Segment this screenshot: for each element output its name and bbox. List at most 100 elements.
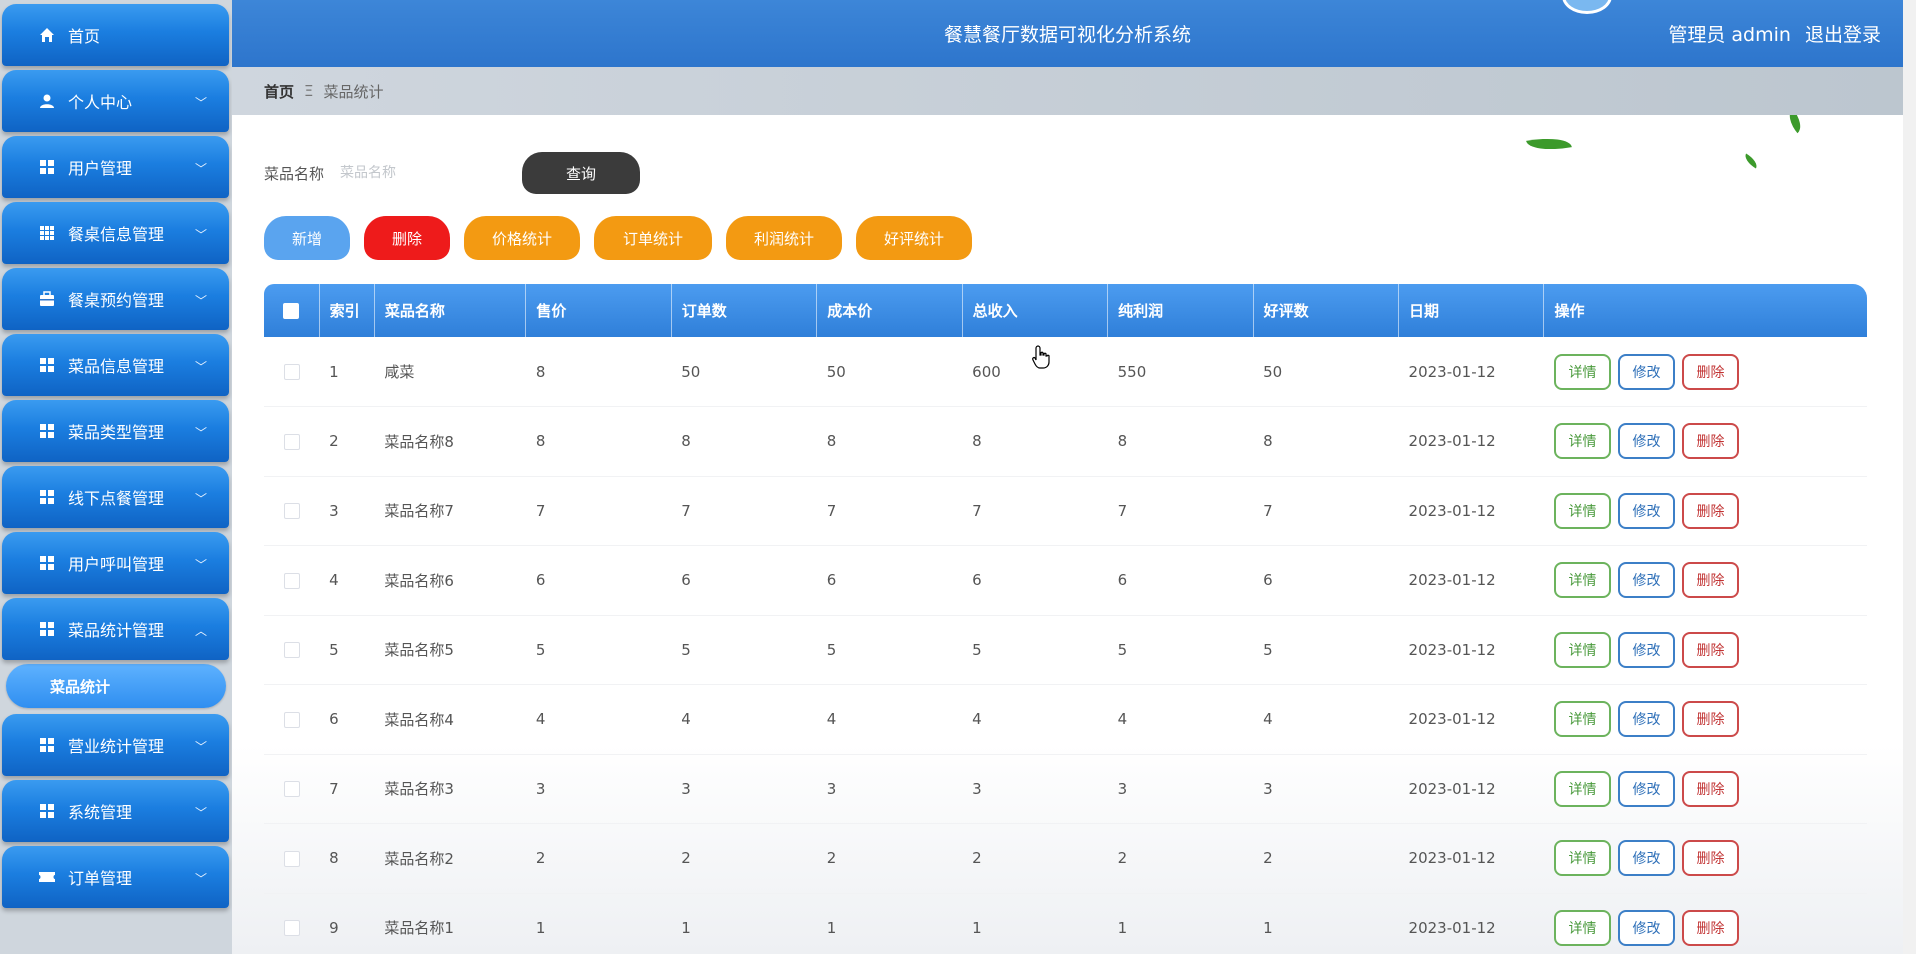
- detail-button[interactable]: 详情: [1553, 562, 1611, 599]
- briefcase-icon: [38, 290, 56, 308]
- chevron-down-icon: ﹀: [194, 426, 207, 440]
- row-checkbox[interactable]: [283, 572, 300, 589]
- table-cell: 8: [816, 406, 963, 477]
- sidebar-item-1[interactable]: 个人中心 ﹀: [2, 70, 229, 132]
- sidebar-item-12[interactable]: 订单管理 ﹀: [2, 846, 229, 908]
- row-select-cell: [264, 337, 320, 407]
- table-cell: 8: [319, 823, 375, 894]
- row-checkbox[interactable]: [283, 711, 300, 728]
- leaf-decoration: [1742, 153, 1760, 169]
- query-button[interactable]: 查询: [522, 152, 641, 194]
- table-cell: 菜品名称6: [374, 545, 526, 616]
- edit-button[interactable]: 修改: [1617, 631, 1675, 668]
- batch-delete-button[interactable]: 删除: [364, 216, 450, 260]
- leaf-decoration: [1783, 115, 1807, 134]
- row-delete-button[interactable]: 删除: [1681, 840, 1739, 877]
- sidebar-item-label: 个人中心: [68, 93, 133, 112]
- table-cell: 2023-01-12: [1398, 406, 1544, 477]
- breadcrumb: 首页 Ξ 菜品统计: [232, 67, 1903, 115]
- table-cell: 5: [1107, 615, 1254, 685]
- detail-button[interactable]: 详情: [1553, 423, 1611, 460]
- breadcrumb-separator: Ξ: [304, 82, 314, 100]
- table-cell: 5: [816, 615, 963, 685]
- sidebar-item-4[interactable]: 餐桌预约管理 ﹀: [2, 268, 229, 330]
- grid-icon: [38, 422, 56, 440]
- sidebar-item-7[interactable]: 线下点餐管理 ﹀: [2, 466, 229, 528]
- row-delete-button[interactable]: 删除: [1681, 562, 1739, 599]
- detail-button[interactable]: 详情: [1553, 492, 1611, 529]
- row-checkbox[interactable]: [283, 920, 300, 937]
- edit-button[interactable]: 修改: [1617, 770, 1675, 807]
- detail-button[interactable]: 详情: [1553, 631, 1611, 668]
- sidebar-item-6[interactable]: 菜品类型管理 ﹀: [2, 400, 229, 462]
- scrollbar[interactable]: [1903, 0, 1916, 954]
- rating-stats-button[interactable]: 好评统计: [856, 216, 972, 260]
- sidebar-item-3[interactable]: 餐桌信息管理 ﹀: [2, 202, 229, 264]
- sidebar-item-label: 用户呼叫管理: [68, 555, 165, 574]
- row-delete-button[interactable]: 删除: [1681, 631, 1739, 668]
- edit-button[interactable]: 修改: [1617, 562, 1675, 599]
- sidebar-item-0[interactable]: 首页: [2, 4, 229, 66]
- sidebar-item-9[interactable]: 菜品统计管理 ︿: [2, 598, 229, 660]
- sidebar-item-2[interactable]: 用户管理 ﹀: [2, 136, 229, 198]
- grid9-icon: [38, 224, 56, 242]
- sidebar-item-11[interactable]: 系统管理 ﹀: [2, 780, 229, 842]
- table-cell: 2: [816, 823, 963, 894]
- chevron-down-icon: ﹀: [194, 806, 207, 820]
- edit-button[interactable]: 修改: [1617, 909, 1675, 946]
- chevron-down-icon: ﹀: [194, 740, 207, 754]
- sidebar-subitem-dish-stats[interactable]: 菜品统计: [6, 664, 226, 708]
- row-delete-button[interactable]: 删除: [1681, 423, 1739, 460]
- main-content: 菜品名称 查询 新增 删除 价格统计 订单统计 利润统计 好评统计 索引菜品名称…: [232, 115, 1903, 954]
- edit-button[interactable]: 修改: [1617, 701, 1675, 738]
- header-decoration: [1562, 0, 1612, 14]
- select-all-checkbox[interactable]: [283, 303, 300, 319]
- edit-button[interactable]: 修改: [1617, 492, 1675, 529]
- row-checkbox[interactable]: [283, 781, 300, 798]
- row-delete-button[interactable]: 删除: [1681, 701, 1739, 738]
- edit-button[interactable]: 修改: [1617, 353, 1675, 390]
- table-cell: 6: [1107, 545, 1254, 616]
- table-cell: 4: [319, 545, 375, 616]
- order-stats-button[interactable]: 订单统计: [594, 216, 712, 260]
- table-cell: 菜品名称8: [374, 406, 526, 477]
- table-cell: 菜品名称7: [374, 476, 526, 546]
- row-checkbox[interactable]: [283, 850, 300, 867]
- current-user: 管理员 admin: [1668, 24, 1791, 46]
- row-checkbox[interactable]: [283, 642, 300, 659]
- detail-button[interactable]: 详情: [1553, 770, 1611, 807]
- table-cell: 菜品名称4: [374, 684, 526, 755]
- row-checkbox[interactable]: [283, 433, 300, 450]
- sidebar-item-label: 菜品信息管理: [68, 357, 165, 376]
- logout-link[interactable]: 退出登录: [1805, 24, 1881, 46]
- row-delete-button[interactable]: 删除: [1681, 492, 1739, 529]
- column-header: 好评数: [1253, 284, 1400, 337]
- add-button[interactable]: 新增: [264, 216, 350, 260]
- table-cell: 8: [1253, 406, 1399, 477]
- row-delete-button[interactable]: 删除: [1681, 353, 1739, 390]
- row-delete-button[interactable]: 删除: [1681, 770, 1739, 807]
- edit-button[interactable]: 修改: [1617, 840, 1675, 877]
- detail-button[interactable]: 详情: [1553, 840, 1611, 877]
- sidebar-item-label: 订单管理: [68, 869, 133, 888]
- edit-button[interactable]: 修改: [1617, 423, 1675, 460]
- detail-button[interactable]: 详情: [1553, 701, 1611, 738]
- table-cell: 7: [525, 476, 672, 546]
- table-row: 4 菜品名称6 6 6 6 6 6 6 2023-01-12 详情 修改 删除: [264, 545, 1867, 616]
- breadcrumb-home[interactable]: 首页: [264, 81, 294, 102]
- row-checkbox[interactable]: [283, 503, 300, 520]
- profit-stats-button[interactable]: 利润统计: [726, 216, 842, 260]
- detail-button[interactable]: 详情: [1553, 909, 1611, 946]
- sidebar-item-8[interactable]: 用户呼叫管理 ﹀: [2, 532, 229, 594]
- sidebar-item-10[interactable]: 营业统计管理 ﹀: [2, 714, 229, 776]
- sidebar-item-5[interactable]: 菜品信息管理 ﹀: [2, 334, 229, 396]
- price-stats-button[interactable]: 价格统计: [464, 216, 580, 260]
- table-cell: 1: [319, 337, 375, 407]
- table-cell: 6: [671, 545, 817, 616]
- table-cell: 1: [816, 893, 963, 954]
- detail-button[interactable]: 详情: [1553, 353, 1611, 390]
- dish-name-search-input[interactable]: [340, 156, 517, 190]
- row-actions-cell: 详情 修改 删除: [1543, 823, 1867, 894]
- row-delete-button[interactable]: 删除: [1681, 909, 1739, 946]
- row-checkbox[interactable]: [283, 364, 300, 380]
